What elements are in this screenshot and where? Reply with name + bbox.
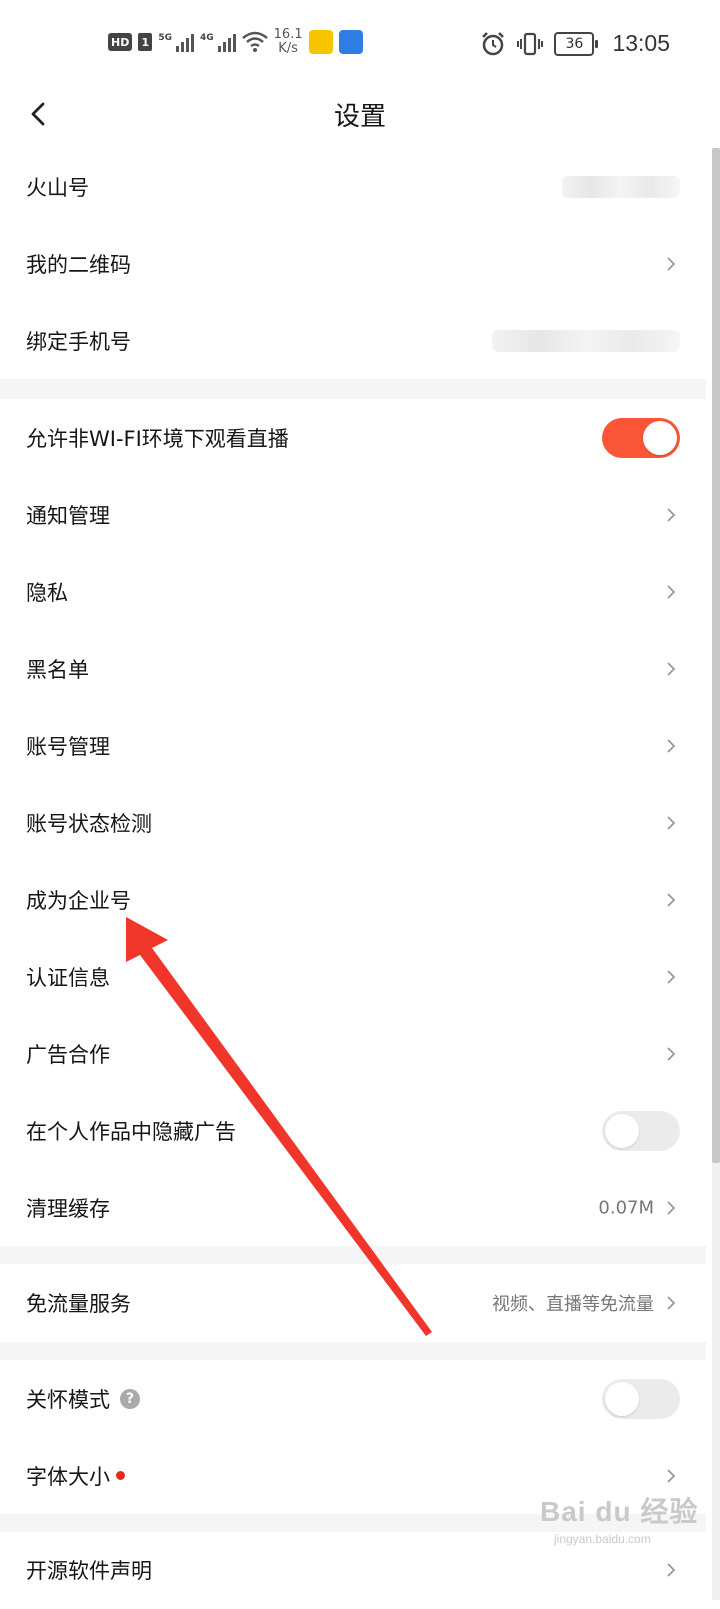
vibrate-icon <box>517 32 544 55</box>
alarm-icon <box>482 31 505 55</box>
signal-bars-icon <box>176 32 194 52</box>
hide-ads-toggle[interactable] <box>602 1110 680 1151</box>
setting-row-verification[interactable]: 认证信息 <box>0 938 706 1016</box>
network-type-4g: 4G <box>200 33 214 43</box>
chevron-right-icon <box>667 256 676 271</box>
setting-label: 在个人作品中隐藏广告 <box>26 1119 236 1144</box>
page-header: 设置 <box>0 90 720 148</box>
setting-label: 黑名单 <box>26 657 89 682</box>
setting-row-account-status[interactable]: 账号状态检测 <box>0 784 706 862</box>
setting-row-free-data[interactable]: 免流量服务 视频、直播等免流量 <box>0 1264 706 1342</box>
chevron-right-icon <box>667 507 676 522</box>
chevron-right-icon <box>667 1563 676 1577</box>
setting-label: 关怀模式 <box>26 1387 110 1412</box>
toggle-knob <box>643 420 677 455</box>
toggle-knob <box>605 1113 639 1148</box>
setting-row-enterprise[interactable]: 成为企业号 <box>0 861 706 939</box>
setting-label-group: 关怀模式 ? <box>26 1384 140 1414</box>
chevron-right-icon <box>667 815 676 830</box>
setting-row-account-manage[interactable]: 账号管理 <box>0 707 706 785</box>
sim-card-icon: 1 <box>138 33 153 51</box>
wifi-icon <box>241 31 268 52</box>
chevron-right-icon <box>667 1468 676 1483</box>
redacted-value <box>492 329 680 352</box>
section-divider <box>0 1246 706 1264</box>
setting-label: 绑定手机号 <box>26 329 131 354</box>
help-icon[interactable]: ? <box>120 1388 140 1409</box>
battery-icon: 36 <box>554 31 599 56</box>
setting-label: 我的二维码 <box>26 252 131 277</box>
setting-row-privacy[interactable]: 隐私 <box>0 553 706 631</box>
setting-label: 开源软件声明 <box>26 1559 152 1583</box>
setting-label: 成为企业号 <box>26 888 131 913</box>
setting-label-group: 字体大小 <box>26 1461 125 1491</box>
care-mode-toggle[interactable] <box>602 1378 680 1419</box>
chevron-right-icon <box>667 1200 676 1215</box>
signal-bars-icon <box>217 32 236 52</box>
setting-label: 允许非WI-FI环境下观看直播 <box>26 426 289 451</box>
speed-unit: K/s <box>278 41 298 56</box>
app-notification-icon <box>308 30 333 54</box>
free-data-hint: 视频、直播等免流量 <box>492 1294 654 1315</box>
network-speed: 16.1 K/s <box>274 28 303 56</box>
network-type-5g: 5G <box>158 33 172 43</box>
chevron-right-icon <box>667 738 676 753</box>
cache-size-value: 0.07M <box>598 1197 654 1218</box>
setting-row-notifications[interactable]: 通知管理 <box>0 476 706 554</box>
setting-label: 字体大小 <box>26 1464 110 1489</box>
chevron-right-icon <box>667 1296 676 1310</box>
setting-row-care-mode: 关怀模式 ? <box>0 1360 706 1437</box>
setting-label: 清理缓存 <box>26 1196 110 1221</box>
setting-row-qr-code[interactable]: 我的二维码 <box>0 225 706 303</box>
redacted-value <box>562 175 680 198</box>
toggle-knob <box>605 1381 639 1416</box>
setting-row-ads[interactable]: 广告合作 <box>0 1015 706 1093</box>
speed-value: 16.1 <box>273 27 303 42</box>
app-notification-icon <box>338 30 363 54</box>
setting-row-open-source[interactable]: 开源软件声明 <box>0 1532 706 1609</box>
hd-voice-icon: HD <box>108 33 133 51</box>
status-bar-left: HD 1 5G 4G 16.1 K/s <box>108 28 363 56</box>
setting-label: 免流量服务 <box>26 1292 131 1316</box>
chevron-right-icon <box>667 584 676 599</box>
setting-label: 隐私 <box>26 580 68 605</box>
setting-row-non-wifi-live: 允许非WI-FI环境下观看直播 <box>0 399 706 477</box>
setting-row-huoshan-id: 火山号 <box>0 148 706 226</box>
non-wifi-live-toggle[interactable] <box>602 417 680 458</box>
scrollbar-thumb[interactable] <box>712 148 720 1163</box>
status-bar: HD 1 5G 4G 16.1 K/s 36 13:05 <box>0 0 720 90</box>
chevron-right-icon <box>667 892 676 907</box>
setting-label: 火山号 <box>26 175 89 200</box>
chevron-right-icon <box>667 1046 676 1061</box>
chevron-right-icon <box>667 661 676 676</box>
status-bar-right: 36 13:05 <box>480 30 670 57</box>
setting-label: 广告合作 <box>26 1042 110 1067</box>
status-time: 13:05 <box>612 30 670 56</box>
section-divider <box>0 379 706 399</box>
setting-label: 账号状态检测 <box>26 811 152 836</box>
setting-row-blacklist[interactable]: 黑名单 <box>0 630 706 708</box>
setting-row-hide-ads: 在个人作品中隐藏广告 <box>0 1092 706 1170</box>
section-divider <box>0 1514 706 1532</box>
setting-label: 通知管理 <box>26 503 110 528</box>
setting-row-bind-phone[interactable]: 绑定手机号 <box>0 302 706 379</box>
setting-row-clear-cache[interactable]: 清理缓存 0.07M <box>0 1169 706 1246</box>
setting-label: 账号管理 <box>26 734 110 759</box>
page-title: 设置 <box>333 102 386 132</box>
setting-label: 认证信息 <box>26 965 110 990</box>
new-badge-dot <box>116 1471 125 1480</box>
chevron-right-icon <box>667 969 676 984</box>
setting-row-font-size[interactable]: 字体大小 <box>0 1437 706 1514</box>
section-divider <box>0 1342 706 1360</box>
